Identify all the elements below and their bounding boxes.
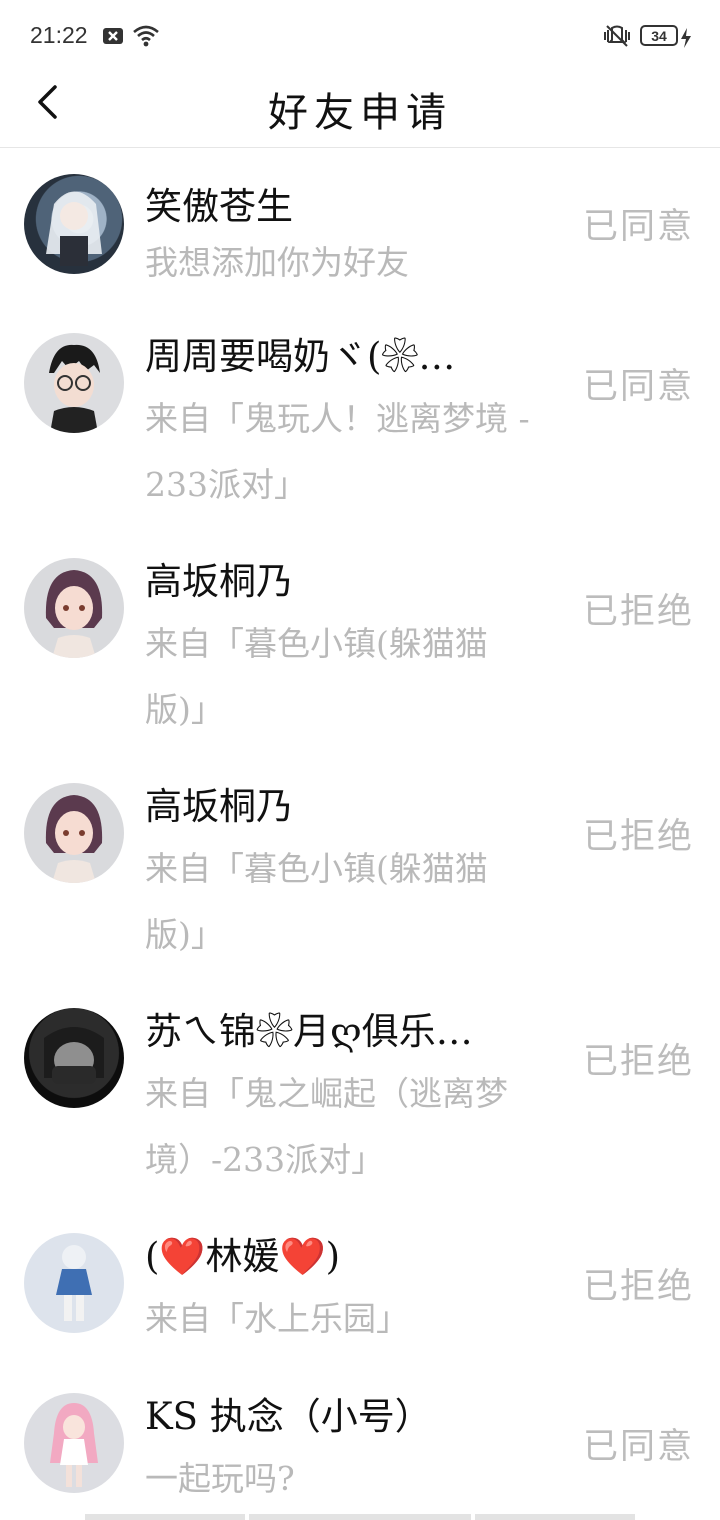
friend-request-item[interactable]: (❤️林媛❤️) 来自「水上乐园」 已拒绝 bbox=[0, 1208, 720, 1368]
friend-request-item[interactable]: 苏ㄟ锦❀月ღ俱乐… 来自「鬼之崛起（逃离梦境）-233派对」 已拒绝 bbox=[0, 983, 720, 1208]
user-name: 高坂桐乃 bbox=[145, 560, 293, 603]
page-title: 好友申请 bbox=[268, 90, 452, 136]
request-status: 已拒绝 bbox=[582, 817, 694, 857]
avatar-anime-white-hair bbox=[46, 191, 102, 266]
status-time: 21:22 bbox=[30, 22, 88, 48]
avatar-purple-hair-girl bbox=[45, 570, 103, 658]
request-message: 来自「鬼之崛起（逃离梦境）-233派对」 bbox=[145, 1074, 508, 1179]
request-message: 来自「暮色小镇(躲猫猫版)」 bbox=[145, 849, 488, 954]
avatar-pink-hair-figure bbox=[50, 1403, 98, 1487]
request-status: 已同意 bbox=[582, 207, 694, 247]
request-message: 来自「鬼玩人！逃离梦境 - 233派对」 bbox=[145, 399, 530, 504]
user-name: KS 执念（小号） bbox=[145, 1395, 432, 1438]
friend-request-item[interactable]: KS 执念（小号） 一起玩吗? 已同意 bbox=[0, 1368, 720, 1518]
charging-icon bbox=[681, 28, 691, 48]
wifi-icon bbox=[133, 25, 159, 47]
avatar-purple-hair-girl bbox=[45, 795, 103, 883]
user-avatar[interactable] bbox=[24, 783, 124, 883]
user-avatar[interactable] bbox=[24, 1393, 124, 1493]
friend-request-item[interactable]: 笑傲苍生 我想添加你为好友 已同意 bbox=[0, 148, 720, 308]
battery-level: 34 bbox=[651, 27, 667, 44]
avatar-dark-photo bbox=[44, 1027, 104, 1084]
bottom-nav-segment bbox=[85, 1514, 245, 1520]
friend-request-item[interactable]: 周周要喝奶ヾ(❀… 来自「鬼玩人！逃离梦境 - 233派对」 已同意 bbox=[0, 308, 720, 533]
battery-icon: 34 bbox=[640, 25, 678, 46]
user-name: 周周要喝奶ヾ(❀… bbox=[145, 335, 456, 378]
request-status: 已同意 bbox=[582, 367, 694, 407]
request-status: 已同意 bbox=[582, 1427, 694, 1467]
user-name: 苏ㄟ锦❀月ღ俱乐… bbox=[145, 1010, 473, 1053]
request-message: 我想添加你为好友 bbox=[145, 243, 409, 282]
user-avatar[interactable] bbox=[24, 1233, 124, 1333]
request-status: 已拒绝 bbox=[582, 1267, 694, 1307]
request-message: 来自「水上乐园」 bbox=[145, 1299, 409, 1338]
user-name: 笑傲苍生 bbox=[145, 185, 293, 228]
close-notification-icon bbox=[103, 28, 123, 44]
avatar-white-hair-figure bbox=[56, 1245, 92, 1321]
user-name: (❤️林媛❤️) bbox=[145, 1235, 341, 1278]
header-bar: 好友申请 bbox=[0, 60, 720, 148]
bottom-nav-segment bbox=[475, 1514, 635, 1520]
request-status: 已拒绝 bbox=[582, 1042, 694, 1082]
friend-request-item[interactable]: 高坂桐乃 来自「暮色小镇(躲猫猫版)」 已拒绝 bbox=[0, 758, 720, 983]
request-message: 一起玩吗? bbox=[145, 1459, 295, 1498]
vibrate-icon bbox=[604, 25, 630, 47]
user-name: 高坂桐乃 bbox=[145, 785, 293, 828]
friend-request-item[interactable]: 高坂桐乃 来自「暮色小镇(躲猫猫版)」 已拒绝 bbox=[0, 533, 720, 758]
request-message: 来自「暮色小镇(躲猫猫版)」 bbox=[145, 624, 488, 729]
bottom-nav-segment bbox=[249, 1514, 471, 1520]
avatar-glasses-boy bbox=[49, 344, 100, 433]
user-avatar[interactable] bbox=[24, 333, 124, 433]
user-avatar[interactable] bbox=[24, 1008, 124, 1108]
request-status: 已拒绝 bbox=[582, 592, 694, 632]
user-avatar[interactable] bbox=[24, 558, 124, 658]
user-avatar[interactable] bbox=[24, 174, 124, 274]
